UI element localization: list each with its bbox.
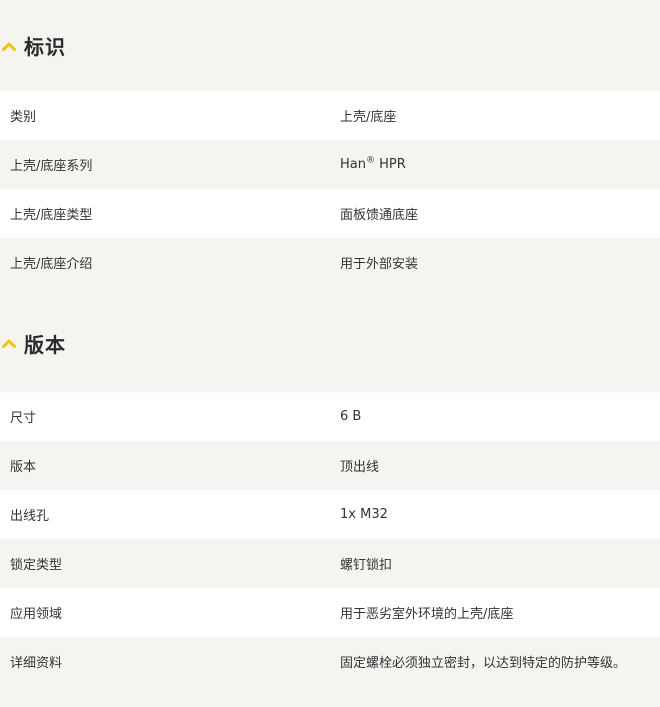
spec-label: 应用领域 bbox=[10, 607, 63, 622]
spec-label: 版本 bbox=[10, 460, 37, 475]
section-header-identification[interactable]: 标识 bbox=[0, 0, 660, 91]
spec-label: 上壳/底座系列 bbox=[10, 159, 93, 174]
table-row: 上壳/底座类型 面板馈通底座 bbox=[0, 189, 660, 238]
table-row: 出线孔 1x M32 bbox=[0, 490, 660, 539]
chevron-up-icon[interactable] bbox=[2, 335, 18, 351]
table-row: 上壳/底座介绍 用于外部安装 bbox=[0, 238, 660, 287]
spec-value: 固定螺栓必须独立密封，以达到特定的防护等级。 bbox=[340, 656, 627, 671]
spec-value-suffix: HPR bbox=[374, 157, 406, 172]
table-row: 上壳/底座系列 Han® HPR bbox=[0, 140, 660, 189]
spec-value: 螺钉锁扣 bbox=[340, 558, 393, 573]
spec-table-identification: 类别 上壳/底座 上壳/底座系列 Han® HPR 上壳/底座类型 面板馈通底座… bbox=[0, 91, 660, 287]
spec-label: 尺寸 bbox=[10, 411, 37, 426]
spec-value-prefix: Han bbox=[340, 157, 366, 172]
chevron-up-icon[interactable] bbox=[2, 38, 18, 54]
spec-table-version: 尺寸 6 B 版本 顶出线 出线孔 1x M32 锁定类型 螺钉锁扣 应用领域 … bbox=[0, 392, 660, 686]
table-row: 尺寸 6 B bbox=[0, 392, 660, 441]
spec-label: 出线孔 bbox=[10, 509, 50, 524]
spec-value: 面板馈通底座 bbox=[340, 208, 419, 223]
table-row: 类别 上壳/底座 bbox=[0, 91, 660, 140]
spec-value: 用于外部安装 bbox=[340, 257, 419, 272]
product-spec-page: 标识 类别 上壳/底座 上壳/底座系列 Han® HPR 上壳/底座类型 面板馈… bbox=[0, 0, 660, 686]
spec-label: 详细资料 bbox=[10, 656, 63, 671]
spec-value: 上壳/底座 bbox=[340, 110, 397, 125]
section-header-version[interactable]: 版本 bbox=[0, 294, 660, 392]
table-row: 版本 顶出线 bbox=[0, 441, 660, 490]
table-row: 应用领域 用于恶劣室外环境的上壳/底座 bbox=[0, 588, 660, 637]
spec-label: 类别 bbox=[10, 110, 37, 125]
registered-mark: ® bbox=[365, 155, 375, 166]
spec-value: 用于恶劣室外环境的上壳/底座 bbox=[340, 607, 514, 622]
table-row: 详细资料 固定螺栓必须独立密封，以达到特定的防护等级。 bbox=[0, 637, 660, 686]
spec-value: 顶出线 bbox=[340, 460, 380, 475]
spec-value: 6 B bbox=[340, 409, 362, 424]
spec-label: 上壳/底座类型 bbox=[10, 208, 93, 223]
spec-label: 上壳/底座介绍 bbox=[10, 257, 93, 272]
section-title: 版本 bbox=[24, 332, 66, 357]
spec-value: Han® HPR bbox=[330, 155, 660, 172]
section-title: 标识 bbox=[24, 35, 66, 59]
spec-value: 1x M32 bbox=[340, 507, 388, 522]
spec-label: 锁定类型 bbox=[10, 558, 63, 573]
table-row: 锁定类型 螺钉锁扣 bbox=[0, 539, 660, 588]
